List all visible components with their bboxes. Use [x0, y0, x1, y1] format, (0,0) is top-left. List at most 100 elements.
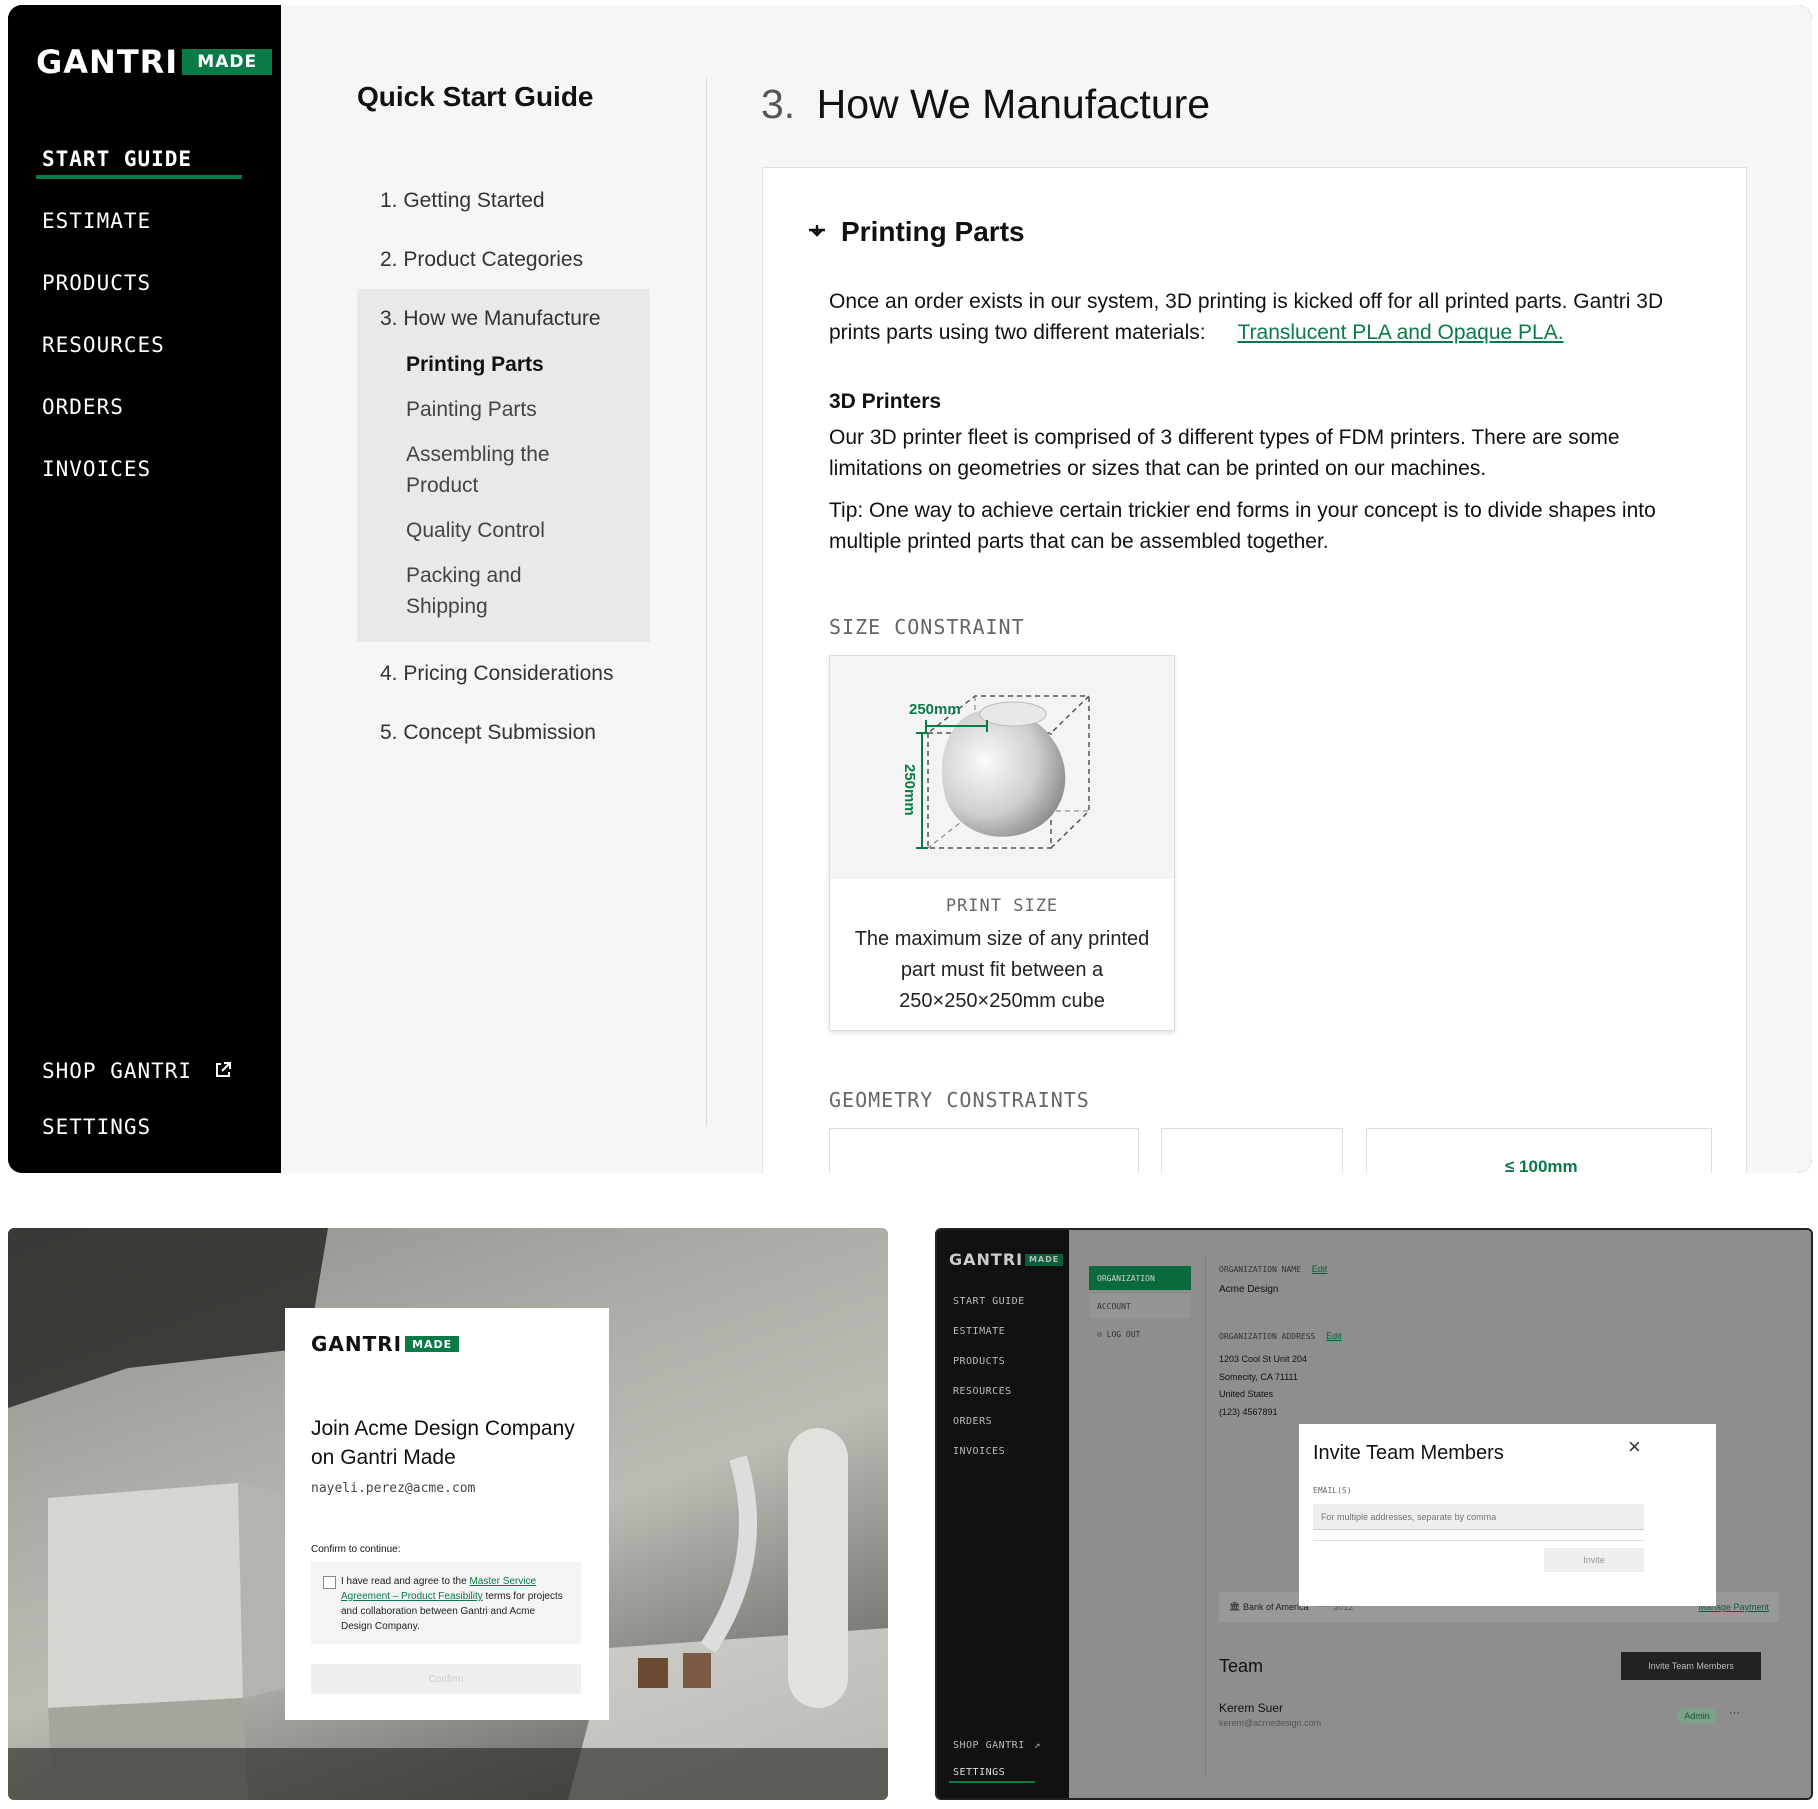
join-logo: GANTRI MADE	[311, 1332, 460, 1356]
nav-settings[interactable]: SETTINGS	[42, 1115, 151, 1139]
toc-item-getting-started[interactable]: 1. Getting Started	[380, 189, 545, 213]
org-address-value: 1203 Cool St Unit 204 Somecity, CA 71111…	[1219, 1351, 1307, 1421]
materials-link[interactable]: Translucent PLA and Opaque PLA.	[1237, 321, 1563, 344]
toc-sub-printing-parts[interactable]: Printing Parts	[406, 349, 544, 380]
settings-logo-word: GANTRI	[949, 1250, 1024, 1269]
join-email: nayeli.perez@acme.com	[311, 1481, 476, 1496]
nav-orders[interactable]: ORDERS	[42, 395, 124, 419]
dim-top-label: 250mm	[909, 701, 961, 718]
section-title-text: How We Manufacture	[816, 81, 1211, 127]
settings-divider	[1205, 1256, 1206, 1776]
size-constraint-label: SIZE CONSTRAINT	[829, 615, 1025, 639]
external-link-icon	[215, 1062, 231, 1077]
join-logo-word: GANTRI	[311, 1332, 403, 1356]
org-name-label: ORGANIZATION NAME Edit	[1219, 1264, 1327, 1274]
email-label: EMAIL(S)	[1313, 1486, 1352, 1495]
guide-title: Quick Start Guide	[357, 81, 594, 112]
nav-estimate[interactable]: ESTIMATE	[42, 209, 151, 233]
edit-org-name[interactable]: Edit	[1312, 1264, 1328, 1274]
pin-icon	[807, 224, 827, 245]
toc-item-product-categories[interactable]: 2. Product Categories	[380, 248, 583, 272]
join-modal: GANTRI MADE Join Acme Design Company on …	[285, 1308, 609, 1720]
s-nav-orders[interactable]: ORDERS	[953, 1416, 992, 1427]
nav-resources[interactable]: RESOURCES	[42, 333, 165, 357]
s-nav-start-guide[interactable]: START GUIDE	[953, 1296, 1025, 1307]
agreement-text: I have read and agree to the Master Serv…	[341, 1574, 566, 1634]
dim-side-label: 250mm	[901, 764, 918, 816]
s-external-link-icon: ↗	[1034, 1740, 1041, 1751]
content-area: Quick Start Guide 1. Getting Started 2. …	[281, 5, 1812, 1173]
toc-item-concept-submission[interactable]: 5. Concept Submission	[380, 721, 596, 745]
org-address-label: ORGANIZATION ADDRESS Edit	[1219, 1331, 1342, 1341]
s-nav-settings[interactable]: SETTINGS	[953, 1767, 1005, 1778]
s-settings-underline	[949, 1781, 1035, 1783]
nav-active-underline	[36, 175, 242, 179]
s-shop-label: SHOP GANTRI	[953, 1740, 1025, 1751]
agreement-box: I have read and agree to the Master Serv…	[311, 1562, 581, 1644]
geometry-constraints-label: GEOMETRY CONSTRAINTS	[829, 1088, 1090, 1112]
org-name-value: Acme Design	[1219, 1284, 1279, 1295]
nav-products[interactable]: PRODUCTS	[42, 271, 151, 295]
toc-sub-packing-shipping[interactable]: Packing and Shipping	[406, 560, 546, 622]
confirm-label: Confirm to continue:	[311, 1544, 401, 1555]
nav-shop-gantri[interactable]: SHOP GANTRI	[42, 1059, 232, 1083]
settings-logo-made: MADE	[1025, 1253, 1064, 1266]
org-address-label-text: ORGANIZATION ADDRESS	[1219, 1332, 1316, 1341]
toc-sub-quality-control[interactable]: Quality Control	[406, 515, 545, 546]
print-size-card: 250mm 250mm PRINT SIZE The maximum size …	[829, 655, 1175, 1031]
toc-item-pricing[interactable]: 4. Pricing Considerations	[380, 662, 613, 686]
nav-start-guide[interactable]: START GUIDE	[42, 147, 192, 171]
join-title: Join Acme Design Company on Gantri Made	[311, 1417, 575, 1469]
gantri-made-logo[interactable]: GANTRI MADE	[36, 43, 273, 81]
settings-main: ORGANIZATION ACCOUNT ⊝ LOG OUT ORGANIZAT…	[1069, 1230, 1811, 1798]
printing-parts-heading: Printing Parts	[841, 216, 1025, 247]
org-name-label-text: ORGANIZATION NAME	[1219, 1265, 1301, 1274]
join-logo-made: MADE	[405, 1336, 460, 1352]
invite-button[interactable]: Invite	[1544, 1548, 1644, 1572]
printers-heading: 3D Printers	[829, 390, 942, 413]
nav-invoices[interactable]: INVOICES	[42, 457, 151, 481]
logout-label: LOG OUT	[1106, 1330, 1141, 1339]
join-screen: GANTRI MADE Join Acme Design Company on …	[8, 1228, 888, 1800]
print-size-illustration: 250mm 250mm	[830, 656, 1174, 879]
s-nav-estimate[interactable]: ESTIMATE	[953, 1326, 1005, 1337]
section-title: 3. How We Manufacture	[761, 81, 1210, 128]
confirm-button[interactable]: Confirm	[311, 1664, 581, 1694]
team-title: Team	[1219, 1656, 1264, 1676]
printers-text: Our 3D printer fleet is comprised of 3 d…	[829, 426, 1620, 480]
settings-screen: GANTRI MADE START GUIDE ESTIMATE PRODUCT…	[935, 1228, 1813, 1800]
toc-item-how-we-manufacture[interactable]: 3. How we Manufacture	[380, 307, 601, 331]
s-nav-products[interactable]: PRODUCTS	[953, 1356, 1005, 1367]
agreement-checkbox[interactable]	[323, 1576, 336, 1589]
address-line-1: 1203 Cool St Unit 204	[1219, 1354, 1308, 1364]
modal-divider	[1313, 1540, 1644, 1541]
s-nav-invoices[interactable]: INVOICES	[953, 1446, 1005, 1457]
toc-sub-assembling[interactable]: Assembling the Product	[406, 439, 586, 501]
print-size-label: PRINT SIZE	[945, 896, 1059, 916]
close-icon[interactable]: ×	[1628, 1434, 1641, 1460]
section-number: 3.	[761, 81, 796, 127]
tab-account[interactable]: ACCOUNT	[1089, 1294, 1191, 1318]
edit-org-address[interactable]: Edit	[1326, 1331, 1342, 1341]
member-email: kerem@acmedesign.com	[1219, 1718, 1322, 1728]
member-more-button[interactable]: ···	[1729, 1707, 1740, 1719]
logout-link[interactable]: ⊝ LOG OUT	[1097, 1330, 1140, 1339]
s-nav-resources[interactable]: RESOURCES	[953, 1386, 1012, 1397]
invite-team-button[interactable]: Invite Team Members	[1621, 1652, 1761, 1680]
cube-vase-diagram: 250mm 250mm	[901, 695, 1091, 849]
tip-text: Tip: One way to achieve certain trickier…	[829, 499, 1656, 553]
tab-organization[interactable]: ORGANIZATION	[1089, 1266, 1191, 1290]
content-card: Printing Parts Once an order exists in o…	[762, 167, 1747, 1173]
intro-paragraph: Once an order exists in our system, 3D p…	[829, 286, 1679, 348]
address-line-2: Somecity, CA 71111	[1219, 1371, 1298, 1382]
column-divider	[706, 78, 707, 1126]
print-size-text: The maximum size of any printed part mus…	[854, 928, 1150, 1012]
settings-logo[interactable]: GANTRI MADE	[949, 1250, 1064, 1269]
geometry-card-2	[1161, 1128, 1343, 1173]
s-nav-shop-gantri[interactable]: SHOP GANTRI ↗	[953, 1740, 1041, 1751]
geo-dim-label: ≤ 100mm	[1505, 1157, 1578, 1173]
toc-sub-painting-parts[interactable]: Painting Parts	[406, 394, 537, 425]
bank-icon: 🏛	[1229, 1601, 1241, 1611]
address-line-3: United States	[1219, 1389, 1274, 1399]
emails-input[interactable]	[1313, 1504, 1644, 1530]
